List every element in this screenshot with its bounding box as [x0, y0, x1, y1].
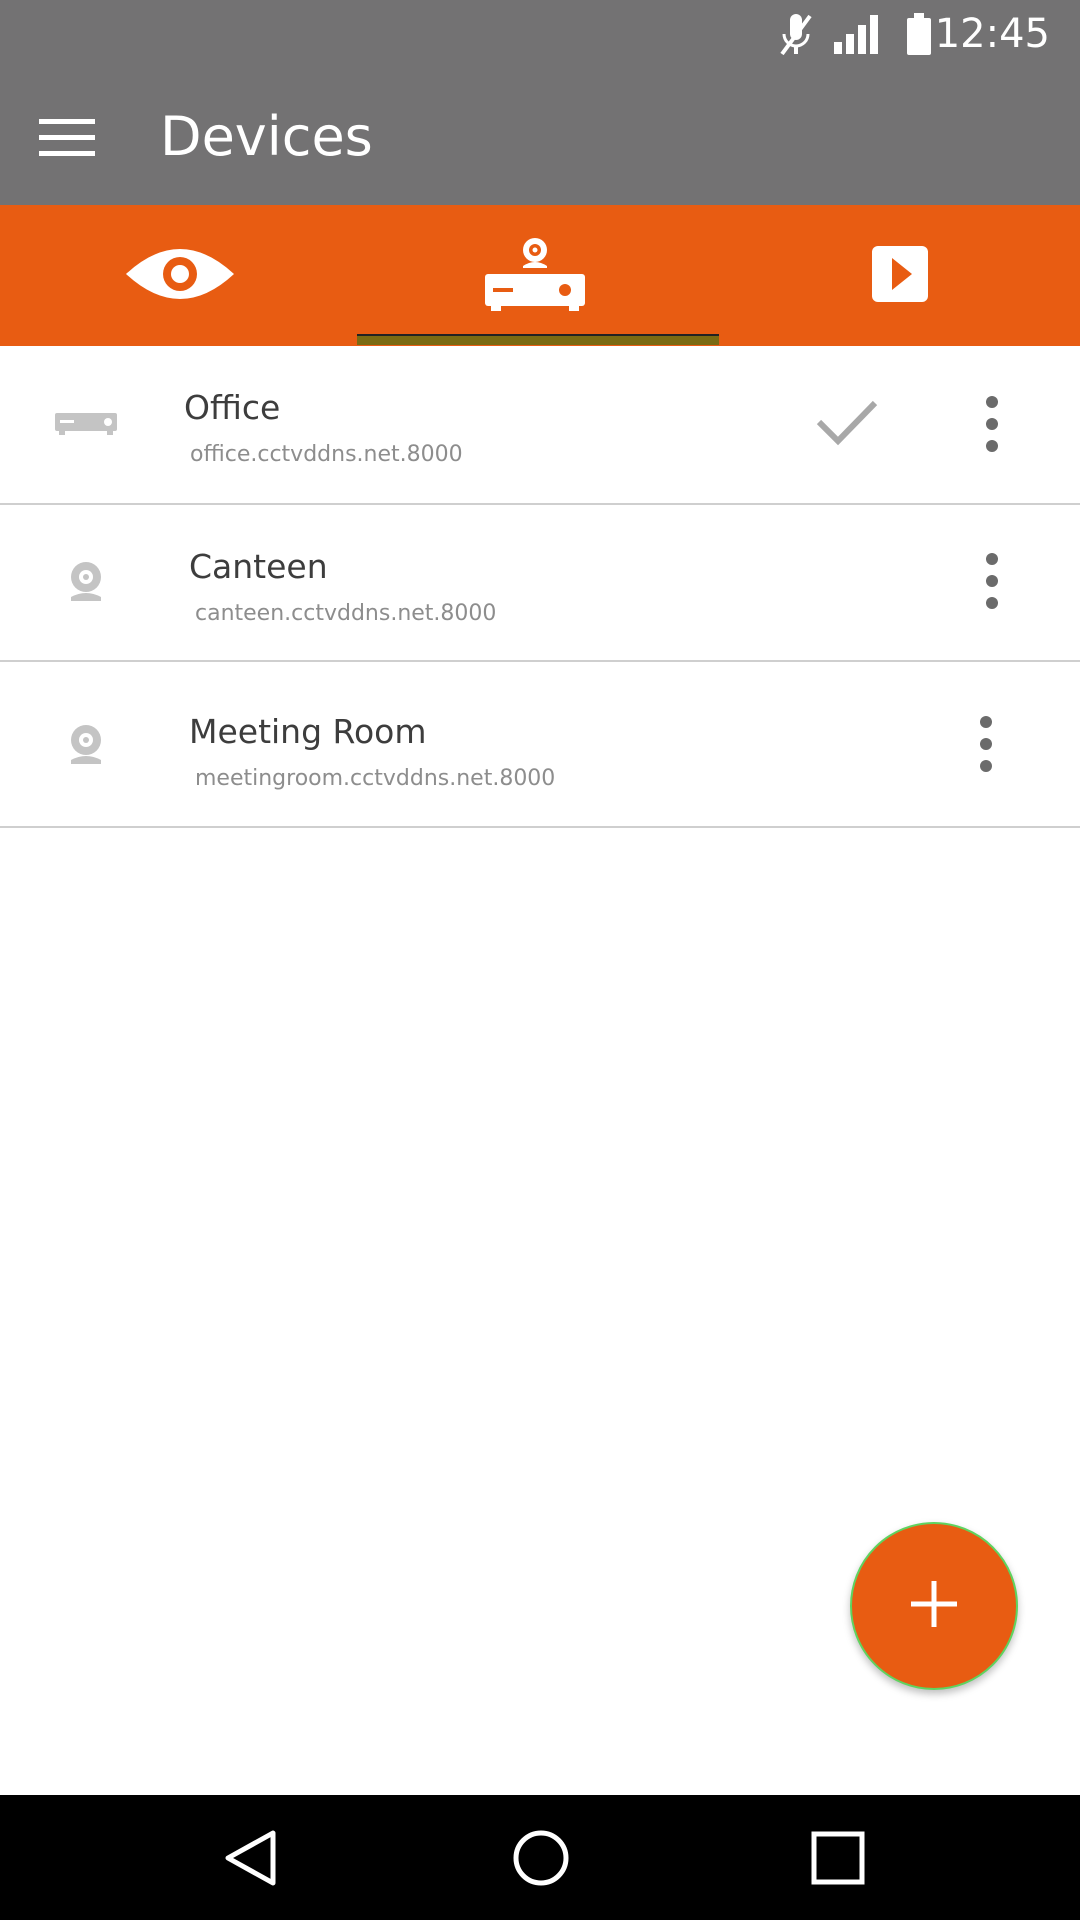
- check-icon: [810, 392, 884, 452]
- recents-icon[interactable]: [778, 1795, 898, 1920]
- add-device-button[interactable]: [850, 1522, 1018, 1690]
- eye-icon: [124, 244, 236, 308]
- dvr-icon: [46, 398, 126, 448]
- device-name: Meeting Room: [189, 712, 427, 751]
- more-options-icon[interactable]: [962, 384, 1022, 464]
- selected-tab-indicator: [357, 334, 719, 345]
- device-list: Office office.cctvddns.net.8000 Canteen: [0, 346, 1080, 828]
- list-item[interactable]: Meeting Room meetingroom.cctvddns.net.80…: [0, 662, 1080, 828]
- tab-devices[interactable]: [355, 205, 715, 346]
- page-title: Devices: [160, 105, 373, 168]
- hamburger-menu-icon[interactable]: [22, 98, 112, 178]
- list-item[interactable]: Canteen canteen.cctvddns.net.8000: [0, 505, 1080, 662]
- webcam-icon: [46, 557, 126, 607]
- tab-live-view[interactable]: [0, 205, 360, 346]
- back-icon[interactable]: [190, 1795, 310, 1920]
- app-bar: Devices: [0, 68, 1080, 205]
- dvr-camera-icon: [483, 236, 587, 316]
- navigation-bar: [0, 1795, 1080, 1920]
- device-address: office.cctvddns.net.8000: [190, 442, 463, 467]
- mute-icon: [772, 0, 816, 68]
- tab-bar: [0, 205, 1080, 346]
- home-icon[interactable]: [481, 1795, 601, 1920]
- status-time: 12:45: [934, 11, 1050, 57]
- tab-playback[interactable]: [720, 205, 1080, 346]
- more-options-icon[interactable]: [956, 704, 1016, 784]
- device-name: Office: [184, 388, 281, 427]
- device-name: Canteen: [189, 547, 328, 586]
- plus-icon: [909, 1579, 959, 1633]
- device-address: canteen.cctvddns.net.8000: [195, 601, 497, 626]
- device-address: meetingroom.cctvddns.net.8000: [195, 766, 556, 791]
- list-item[interactable]: Office office.cctvddns.net.8000: [0, 346, 1080, 505]
- webcam-icon: [46, 720, 126, 770]
- status-bar: 12:45: [0, 0, 1080, 68]
- more-options-icon[interactable]: [962, 541, 1022, 621]
- play-icon: [870, 244, 930, 308]
- battery-icon: [904, 0, 934, 68]
- signal-icon: [832, 0, 882, 68]
